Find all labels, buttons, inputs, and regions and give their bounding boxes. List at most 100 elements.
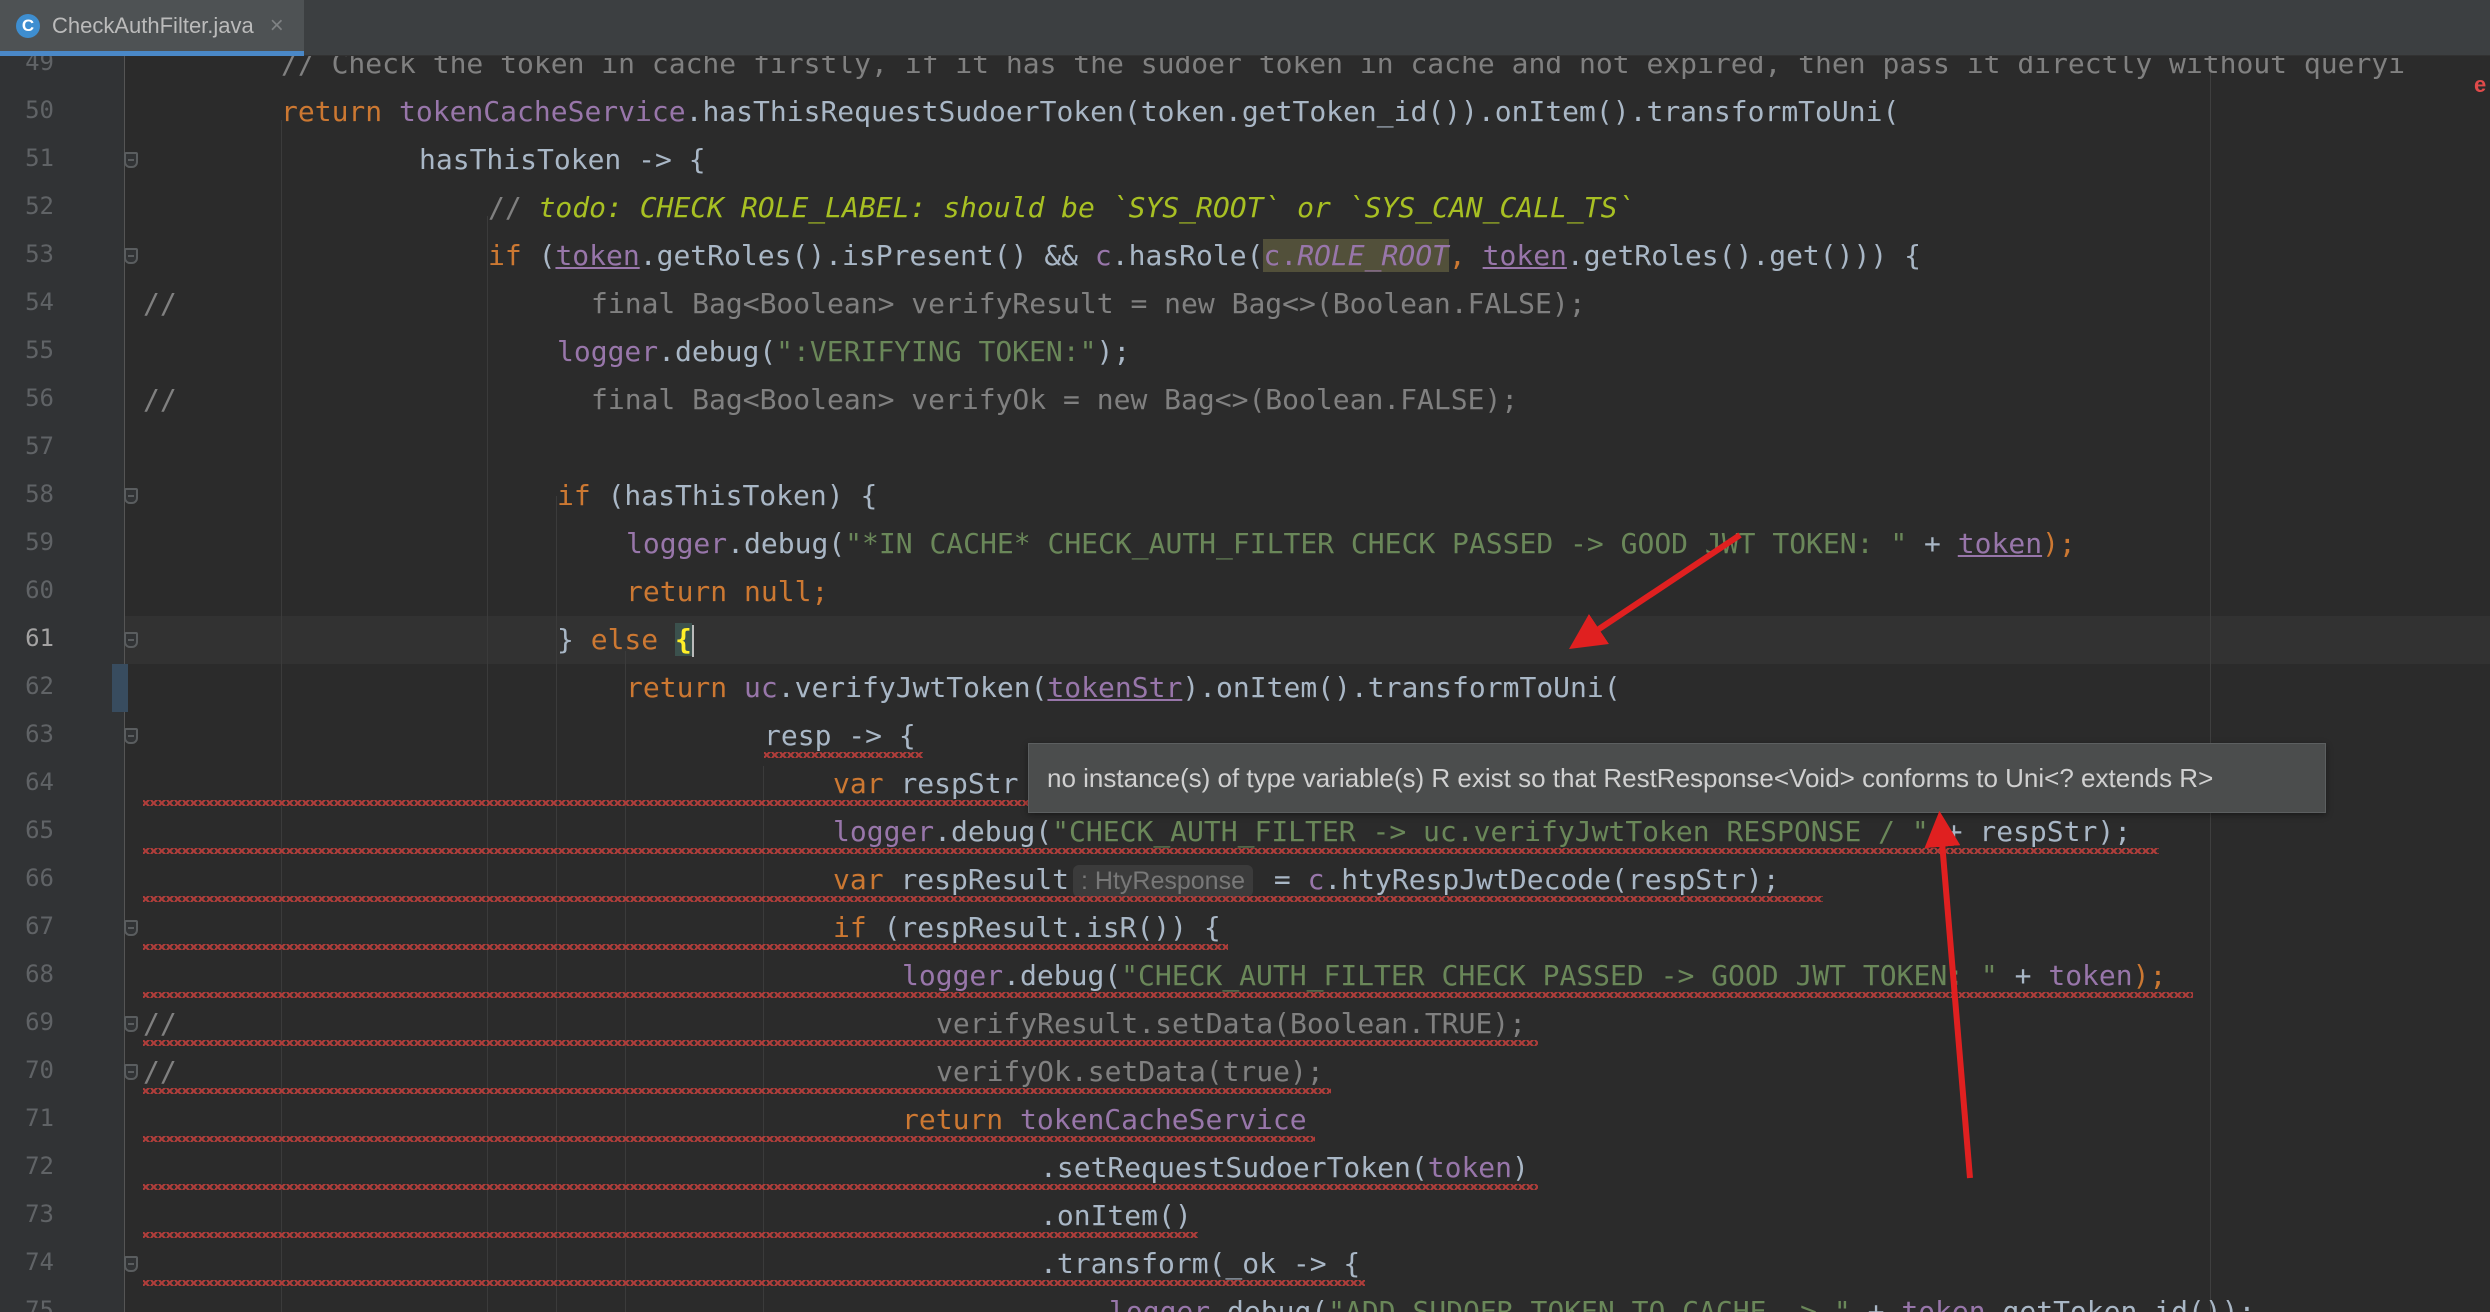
code-line-56[interactable]: 56 // final Bag<Boolean> verifyOk = new … (0, 376, 2490, 424)
code-line-66[interactable]: 66 var respResult: HtyResponse = c.htyRe… (0, 856, 2490, 904)
fold-icon[interactable] (124, 1016, 138, 1032)
code-line-70[interactable]: 70 // verifyOk.setData(true); (0, 1048, 2490, 1096)
code-line-68[interactable]: 68 logger.debug("CHECK_AUTH_FILTER CHECK… (0, 952, 2490, 1000)
fold-icon[interactable] (124, 920, 138, 936)
error-underline (764, 752, 923, 758)
line-number: 59 (25, 528, 54, 556)
close-icon[interactable]: × (270, 12, 284, 40)
line-number: 72 (25, 1152, 54, 1180)
code-line-59[interactable]: 59 logger.debug("*IN CACHE* CHECK_AUTH_F… (0, 520, 2490, 568)
text-caret (691, 625, 694, 657)
code-line-52[interactable]: 52 // todo: CHECK ROLE_LABEL: should be … (0, 184, 2490, 232)
error-underline (143, 1280, 1365, 1286)
comment-slashes: // (143, 1007, 177, 1040)
comment-slashes: // (143, 287, 177, 320)
fold-icon[interactable] (124, 488, 138, 504)
line-number: 69 (25, 1008, 54, 1036)
code-line-72[interactable]: 72 .setRequestSudoerToken(token) (0, 1144, 2490, 1192)
fold-icon[interactable] (124, 632, 138, 648)
code-text: resp -> { (764, 719, 916, 752)
code-line-69[interactable]: 69 // verifyResult.setData(Boolean.TRUE)… (0, 1000, 2490, 1048)
line-number: 56 (25, 384, 54, 412)
code-line-50[interactable]: 50 return tokenCacheService.hasThisReque… (0, 88, 2490, 136)
error-stripe-icon[interactable]: e (2474, 72, 2486, 98)
error-underline (143, 848, 2159, 854)
error-underline (143, 800, 1028, 806)
change-marker[interactable] (112, 664, 128, 712)
code-text: logger.debug("*IN CACHE* CHECK_AUTH_FILT… (626, 527, 2076, 560)
line-number: 52 (25, 192, 54, 220)
line-number: 60 (25, 576, 54, 604)
code-text: hasThisToken -> { (419, 143, 706, 176)
code-line-60[interactable]: 60 return null; (0, 568, 2490, 616)
comment-slashes: // (143, 383, 177, 416)
line-number: 57 (25, 432, 54, 460)
type-hint: : HtyResponse (1073, 865, 1253, 897)
error-underline (143, 896, 1823, 902)
line-number: 51 (25, 144, 54, 172)
code-line-67[interactable]: 67 if (respResult.isR()) { (0, 904, 2490, 952)
fold-icon[interactable] (124, 1064, 138, 1080)
code-text: logger.debug(":VERIFYING TOKEN:"); (557, 335, 1131, 368)
line-number: 68 (25, 960, 54, 988)
code-text: if (token.getRoles().isPresent() && c.ha… (488, 239, 1921, 272)
code-line-49[interactable]: 49 // Check the token in cache firstly, … (0, 56, 2490, 88)
code-line-61[interactable]: 61 } else { (0, 616, 2490, 664)
code-text: return tokenCacheService (902, 1103, 1307, 1136)
code-text: if (respResult.isR()) { (833, 911, 1221, 944)
fold-icon[interactable] (124, 248, 138, 264)
comment-text: final Bag<Boolean> verifyOk = new Bag<>(… (591, 383, 1519, 416)
code-line-75[interactable]: 75 logger.debug("ADD SUDOER TOKEN TO CAC… (0, 1288, 2490, 1312)
line-number: 62 (25, 672, 54, 700)
fold-icon[interactable] (124, 1256, 138, 1272)
error-underline (143, 1136, 1315, 1142)
error-underline (143, 1232, 1198, 1238)
code-text: .transform(_ok -> { (1040, 1247, 1361, 1280)
code-text: return null; (626, 575, 829, 608)
code-line-71[interactable]: 71 return tokenCacheService (0, 1096, 2490, 1144)
error-underline (143, 1088, 1331, 1094)
error-underline (143, 1184, 1538, 1190)
line-number: 70 (25, 1056, 54, 1084)
code-text: logger.debug("CHECK_AUTH_FILTER -> uc.ve… (833, 815, 2132, 848)
error-underline (143, 944, 1228, 950)
code-text: return tokenCacheService.hasThisRequestS… (281, 95, 1900, 128)
code-text: logger.debug("CHECK_AUTH_FILTER CHECK PA… (902, 959, 2167, 992)
comment-slashes: // (143, 1055, 177, 1088)
comment-text: // Check the token in cache firstly, if … (281, 56, 2406, 80)
tab-checkauthfilter[interactable]: C CheckAuthFilter.java × (0, 0, 304, 56)
code-line-58[interactable]: 58 if (hasThisToken) { (0, 472, 2490, 520)
line-number: 54 (25, 288, 54, 316)
line-number: 53 (25, 240, 54, 268)
line-number: 55 (25, 336, 54, 364)
code-line-53[interactable]: 53 if (token.getRoles().isPresent() && c… (0, 232, 2490, 280)
code-line-73[interactable]: 73 .onItem() (0, 1192, 2490, 1240)
code-line-65[interactable]: 65 logger.debug("CHECK_AUTH_FILTER -> uc… (0, 808, 2490, 856)
code-line-51[interactable]: 51 hasThisToken -> { (0, 136, 2490, 184)
line-number: 64 (25, 768, 54, 796)
code-text: logger.debug("ADD SUDOER TOKEN TO CACHE … (1109, 1295, 2256, 1312)
java-class-icon: C (16, 13, 40, 38)
code-line-74[interactable]: 74 .transform(_ok -> { (0, 1240, 2490, 1288)
code-text: var respStr (833, 767, 1019, 800)
fold-icon[interactable] (124, 152, 138, 168)
code-line-55[interactable]: 55 logger.debug(":VERIFYING TOKEN:"); (0, 328, 2490, 376)
error-underline (143, 1040, 1538, 1046)
code-line-62[interactable]: 62 return uc.verifyJwtToken(tokenStr).on… (0, 664, 2490, 712)
line-number: 63 (25, 720, 54, 748)
line-number: 61 (25, 624, 54, 652)
line-number: 67 (25, 912, 54, 940)
code-line-57[interactable]: 57 (0, 424, 2490, 472)
error-underline (143, 992, 2193, 998)
code-text: } else { (557, 623, 694, 657)
comment-text: verifyResult.setData(Boolean.TRUE); (936, 1007, 1527, 1040)
comment-text: final Bag<Boolean> verifyResult = new Ba… (591, 287, 1586, 320)
code-text: if (hasThisToken) { (557, 479, 878, 512)
line-number: 74 (25, 1248, 54, 1276)
fold-icon[interactable] (124, 728, 138, 744)
comment-text: verifyOk.setData(true); (936, 1055, 1324, 1088)
line-number: 50 (25, 96, 54, 124)
tab-label: CheckAuthFilter.java (52, 12, 254, 38)
code-editor[interactable]: 49 // Check the token in cache firstly, … (0, 56, 2490, 1312)
code-line-54[interactable]: 54 // final Bag<Boolean> verifyResult = … (0, 280, 2490, 328)
